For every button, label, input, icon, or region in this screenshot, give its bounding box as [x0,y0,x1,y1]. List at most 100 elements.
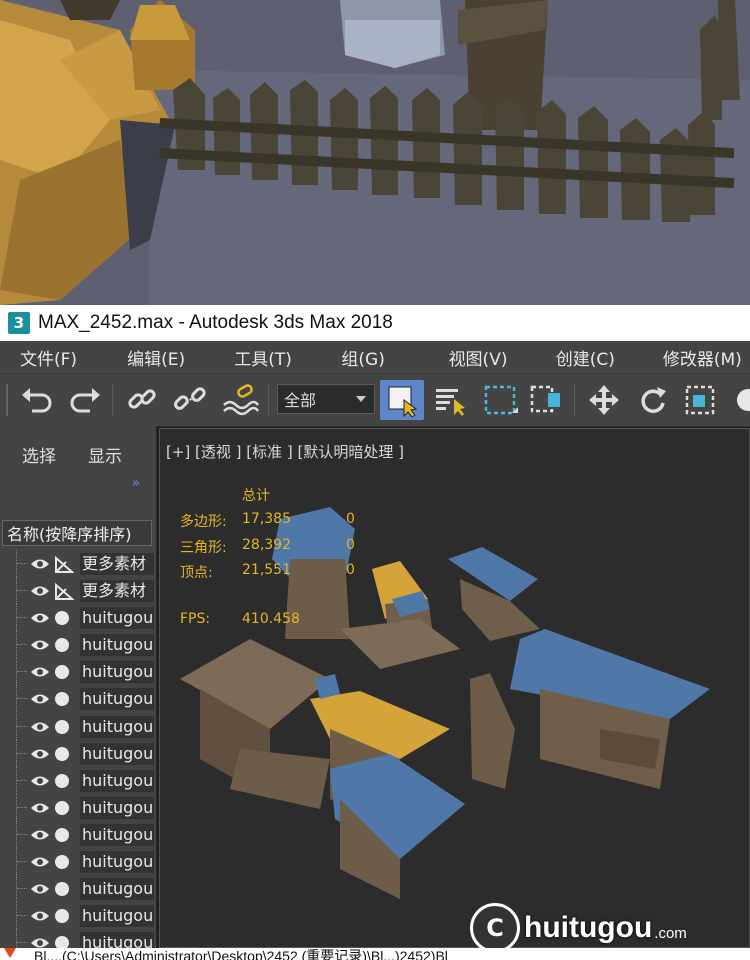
stats-label: 顶点: [180,565,213,581]
3dsmax-app-icon: 3 [8,312,30,334]
list-item[interactable]: 更多素材 [0,577,156,605]
unlink-icon[interactable] [170,380,210,420]
stats-total-header: 总计 [242,488,270,504]
list-item[interactable]: huitugou [0,658,156,686]
menu-create[interactable]: 创建(C) [536,345,643,370]
eye-icon[interactable] [30,556,50,575]
expand-arrow-icon[interactable]: » [132,476,140,491]
tree-connector [16,685,29,713]
object-name[interactable]: huitugou [80,715,154,738]
eye-icon[interactable] [30,827,50,846]
list-item[interactable]: huitugou [0,848,156,876]
window-title: MAX_2452.max - Autodesk 3ds Max 2018 [38,312,393,333]
list-item[interactable]: huitugou [0,631,156,659]
tab-select[interactable]: 选择 [22,442,56,467]
selection-filter-dropdown[interactable]: 全部 [277,384,375,414]
list-item[interactable]: huitugou [0,604,156,632]
list-item[interactable]: huitugou [0,712,156,740]
select-object-icon[interactable] [380,380,424,420]
object-name[interactable]: 更多素材 [80,580,154,603]
eye-icon[interactable] [30,637,50,656]
object-name[interactable]: huitugou [80,905,154,928]
rotate-icon[interactable] [632,380,672,420]
rect-region-icon[interactable] [480,380,520,420]
list-item[interactable]: huitugou [0,902,156,930]
tree-connector [16,577,29,605]
object-name[interactable]: huitugou [80,607,154,630]
object-name[interactable]: huitugou [80,742,154,765]
object-name[interactable]: huitugou [80,634,154,657]
object-name[interactable]: huitugou [80,796,154,819]
object-name[interactable]: 更多素材 [80,553,154,575]
render-preview [0,0,750,305]
window-titlebar: 3 MAX_2452.max - Autodesk 3ds Max 2018 [0,305,750,341]
toolbar-separator [112,384,113,416]
tree-connector [16,550,29,577]
list-item[interactable]: 更多素材 [0,550,156,577]
eye-icon[interactable] [30,773,50,792]
stats-selected-value: 0 [346,537,355,553]
select-by-name-icon[interactable] [430,380,470,420]
object-name[interactable]: huitugou [80,932,154,948]
eye-icon[interactable] [30,719,50,738]
object-name[interactable]: huitugou [80,851,154,874]
menu-view[interactable]: 视图(V) [429,345,536,370]
list-item[interactable]: huitugou [0,793,156,821]
toolbar-grip[interactable] [6,380,10,420]
geometry-icon [54,827,70,847]
list-item[interactable]: huitugou [0,766,156,794]
perspective-viewport[interactable]: [+] [透视 ] [标准 ] [默认明暗处理 ] 总计 多边形: 17,385… [159,428,750,948]
name-column-header[interactable]: 名称(按降序排序) [2,520,152,546]
list-item[interactable]: huitugou [0,929,156,948]
eye-icon[interactable] [30,935,50,948]
eye-icon[interactable] [30,881,50,900]
list-item[interactable]: huitugou [0,820,156,848]
scale-icon[interactable] [680,380,720,420]
menu-file[interactable]: 文件(F) [0,345,107,370]
geometry-icon [54,935,70,948]
menu-modifiers[interactable]: 修改器(M) [643,345,750,370]
list-item[interactable]: huitugou [0,739,156,767]
object-name[interactable]: huitugou [80,661,154,684]
eye-icon[interactable] [30,610,50,629]
eye-icon[interactable] [30,908,50,927]
menu-bar: 文件(F) 编辑(E) 工具(T) 组(G) 视图(V) 创建(C) 修改器(M… [0,341,750,373]
eye-icon[interactable] [30,854,50,873]
tree-connector [16,712,29,740]
move-icon[interactable] [584,380,624,420]
list-item[interactable]: huitugou [0,875,156,903]
undo-icon[interactable] [18,380,58,420]
scene-explorer-tabs: 选择 显示 [0,442,156,470]
viewport-label[interactable]: [+] [透视 ] [标准 ] [默认明暗处理 ] [166,441,404,462]
geometry-icon [54,746,70,766]
bind-spacewarp-icon[interactable] [218,380,262,420]
list-item[interactable]: huitugou [0,685,156,713]
menu-edit[interactable]: 编辑(E) [107,345,214,370]
object-name[interactable]: huitugou [80,769,154,792]
tree-connector [16,875,29,903]
geometry-icon [54,881,70,901]
window-crossing-icon[interactable] [526,380,566,420]
stats-value: 28,392 [242,537,291,553]
tree-connector [16,658,29,686]
eye-icon[interactable] [30,800,50,819]
geometry-icon [54,719,70,739]
eye-icon[interactable] [30,664,50,683]
geometry-icon [54,664,70,684]
menu-group[interactable]: 组(G) [321,345,428,370]
eye-icon[interactable] [30,691,50,710]
menu-tools[interactable]: 工具(T) [214,345,321,370]
object-name[interactable]: huitugou [80,878,154,901]
stats-selected-value: 0 [346,562,355,578]
geometry-icon [54,908,70,928]
chevron-down-icon [356,396,366,402]
object-name[interactable]: huitugou [80,688,154,711]
bone-icon [54,582,75,605]
eye-icon[interactable] [30,583,50,602]
redo-icon[interactable] [64,380,104,420]
tab-display[interactable]: 显示 [88,442,122,467]
object-name[interactable]: huitugou [80,823,154,846]
eye-icon[interactable] [30,746,50,765]
snap-toggle-icon[interactable] [728,380,750,420]
link-icon[interactable] [122,380,162,420]
